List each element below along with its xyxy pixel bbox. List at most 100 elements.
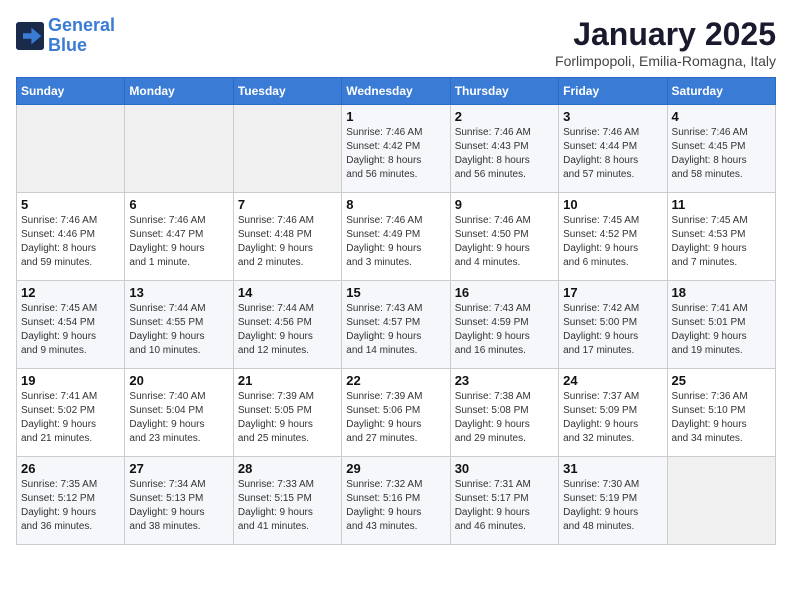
calendar-cell: 4 Sunrise: 7:46 AM Sunset: 4:45 PM Daylig… bbox=[667, 105, 775, 193]
calendar-cell: 19 Sunrise: 7:41 AM Sunset: 5:02 PM Dayli… bbox=[17, 369, 125, 457]
day-detail: Sunrise: 7:31 AM Sunset: 5:17 PM Dayligh… bbox=[455, 478, 554, 534]
day-detail: Sunrise: 7:42 AM Sunset: 5:00 PM Dayligh… bbox=[563, 302, 662, 358]
day-number: 18 bbox=[672, 285, 771, 300]
col-header-saturday: Saturday bbox=[667, 78, 775, 105]
day-detail: Sunrise: 7:33 AM Sunset: 5:15 PM Dayligh… bbox=[238, 478, 337, 534]
day-number: 21 bbox=[238, 373, 337, 388]
day-number: 17 bbox=[563, 285, 662, 300]
calendar-cell: 25 Sunrise: 7:36 AM Sunset: 5:10 PM Dayli… bbox=[667, 369, 775, 457]
calendar-cell: 28 Sunrise: 7:33 AM Sunset: 5:15 PM Dayli… bbox=[233, 457, 341, 545]
day-number: 19 bbox=[21, 373, 120, 388]
day-number: 10 bbox=[563, 197, 662, 212]
calendar-cell: 5Sunrise: 7:46 AM Sunset: 4:46 PM Daylig… bbox=[17, 193, 125, 281]
calendar-cell: 31 Sunrise: 7:30 AM Sunset: 5:19 PM Dayli… bbox=[559, 457, 667, 545]
day-number: 1 bbox=[346, 109, 445, 124]
day-detail: Sunrise: 7:44 AM Sunset: 4:56 PM Dayligh… bbox=[238, 302, 337, 358]
calendar-cell: 8 Sunrise: 7:46 AM Sunset: 4:49 PM Daylig… bbox=[342, 193, 450, 281]
day-number: 7 bbox=[238, 197, 337, 212]
calendar-cell: 24 Sunrise: 7:37 AM Sunset: 5:09 PM Dayli… bbox=[559, 369, 667, 457]
day-number: 25 bbox=[672, 373, 771, 388]
day-detail: Sunrise: 7:46 AM Sunset: 4:42 PM Dayligh… bbox=[346, 126, 445, 182]
day-detail: Sunrise: 7:45 AM Sunset: 4:52 PM Dayligh… bbox=[563, 214, 662, 270]
calendar-cell: 30 Sunrise: 7:31 AM Sunset: 5:17 PM Dayli… bbox=[450, 457, 558, 545]
day-number: 30 bbox=[455, 461, 554, 476]
day-number: 31 bbox=[563, 461, 662, 476]
day-number: 12 bbox=[21, 285, 120, 300]
day-number: 27 bbox=[129, 461, 228, 476]
calendar-cell bbox=[125, 105, 233, 193]
day-detail: Sunrise: 7:32 AM Sunset: 5:16 PM Dayligh… bbox=[346, 478, 445, 534]
col-header-tuesday: Tuesday bbox=[233, 78, 341, 105]
day-number: 24 bbox=[563, 373, 662, 388]
day-number: 3 bbox=[563, 109, 662, 124]
calendar-cell: 27 Sunrise: 7:34 AM Sunset: 5:13 PM Dayli… bbox=[125, 457, 233, 545]
day-detail: Sunrise: 7:44 AM Sunset: 4:55 PM Dayligh… bbox=[129, 302, 228, 358]
col-header-sunday: Sunday bbox=[17, 78, 125, 105]
day-number: 20 bbox=[129, 373, 228, 388]
day-detail: Sunrise: 7:46 AM Sunset: 4:44 PM Dayligh… bbox=[563, 126, 662, 182]
day-number: 23 bbox=[455, 373, 554, 388]
calendar-table: SundayMondayTuesdayWednesdayThursdayFrid… bbox=[16, 77, 776, 545]
calendar-cell: 14 Sunrise: 7:44 AM Sunset: 4:56 PM Dayli… bbox=[233, 281, 341, 369]
day-detail: Sunrise: 7:30 AM Sunset: 5:19 PM Dayligh… bbox=[563, 478, 662, 534]
calendar-cell: 21Sunrise: 7:39 AM Sunset: 5:05 PM Dayli… bbox=[233, 369, 341, 457]
day-detail: Sunrise: 7:34 AM Sunset: 5:13 PM Dayligh… bbox=[129, 478, 228, 534]
logo-text: General Blue bbox=[48, 16, 115, 56]
col-header-wednesday: Wednesday bbox=[342, 78, 450, 105]
day-number: 16 bbox=[455, 285, 554, 300]
day-detail: Sunrise: 7:46 AM Sunset: 4:48 PM Dayligh… bbox=[238, 214, 337, 270]
day-detail: Sunrise: 7:46 AM Sunset: 4:45 PM Dayligh… bbox=[672, 126, 771, 182]
day-detail: Sunrise: 7:46 AM Sunset: 4:50 PM Dayligh… bbox=[455, 214, 554, 270]
calendar-cell: 29 Sunrise: 7:32 AM Sunset: 5:16 PM Dayli… bbox=[342, 457, 450, 545]
day-detail: Sunrise: 7:41 AM Sunset: 5:02 PM Dayligh… bbox=[21, 390, 120, 446]
calendar-cell: 22 Sunrise: 7:39 AM Sunset: 5:06 PM Dayli… bbox=[342, 369, 450, 457]
col-header-monday: Monday bbox=[125, 78, 233, 105]
day-detail: Sunrise: 7:35 AM Sunset: 5:12 PM Dayligh… bbox=[21, 478, 120, 534]
calendar-cell: 26 Sunrise: 7:35 AM Sunset: 5:12 PM Dayli… bbox=[17, 457, 125, 545]
day-number: 8 bbox=[346, 197, 445, 212]
day-detail: Sunrise: 7:40 AM Sunset: 5:04 PM Dayligh… bbox=[129, 390, 228, 446]
day-number: 11 bbox=[672, 197, 771, 212]
day-number: 13 bbox=[129, 285, 228, 300]
day-number: 28 bbox=[238, 461, 337, 476]
logo-icon bbox=[16, 22, 44, 50]
day-detail: Sunrise: 7:46 AM Sunset: 4:43 PM Dayligh… bbox=[455, 126, 554, 182]
day-detail: Sunrise: 7:45 AM Sunset: 4:53 PM Dayligh… bbox=[672, 214, 771, 270]
calendar-cell: 7 Sunrise: 7:46 AM Sunset: 4:48 PM Daylig… bbox=[233, 193, 341, 281]
day-detail: Sunrise: 7:38 AM Sunset: 5:08 PM Dayligh… bbox=[455, 390, 554, 446]
day-number: 22 bbox=[346, 373, 445, 388]
day-detail: Sunrise: 7:46 AM Sunset: 4:47 PM Dayligh… bbox=[129, 214, 228, 270]
col-header-thursday: Thursday bbox=[450, 78, 558, 105]
col-header-friday: Friday bbox=[559, 78, 667, 105]
calendar-cell: 2 Sunrise: 7:46 AM Sunset: 4:43 PM Daylig… bbox=[450, 105, 558, 193]
calendar-cell: 15 Sunrise: 7:43 AM Sunset: 4:57 PM Dayli… bbox=[342, 281, 450, 369]
day-detail: Sunrise: 7:41 AM Sunset: 5:01 PM Dayligh… bbox=[672, 302, 771, 358]
day-number: 26 bbox=[21, 461, 120, 476]
calendar-cell: 17 Sunrise: 7:42 AM Sunset: 5:00 PM Dayli… bbox=[559, 281, 667, 369]
day-number: 4 bbox=[672, 109, 771, 124]
day-number: 29 bbox=[346, 461, 445, 476]
logo: General Blue bbox=[16, 16, 115, 56]
month-title: January 2025 bbox=[555, 16, 776, 53]
calendar-cell: 1 Sunrise: 7:46 AM Sunset: 4:42 PM Daylig… bbox=[342, 105, 450, 193]
calendar-cell bbox=[17, 105, 125, 193]
day-detail: Sunrise: 7:36 AM Sunset: 5:10 PM Dayligh… bbox=[672, 390, 771, 446]
day-detail: Sunrise: 7:45 AM Sunset: 4:54 PM Dayligh… bbox=[21, 302, 120, 358]
calendar-cell: 11 Sunrise: 7:45 AM Sunset: 4:53 PM Dayli… bbox=[667, 193, 775, 281]
calendar-cell: 6Sunrise: 7:46 AM Sunset: 4:47 PM Daylig… bbox=[125, 193, 233, 281]
day-detail: Sunrise: 7:39 AM Sunset: 5:06 PM Dayligh… bbox=[346, 390, 445, 446]
day-detail: Sunrise: 7:37 AM Sunset: 5:09 PM Dayligh… bbox=[563, 390, 662, 446]
calendar-cell: 23 Sunrise: 7:38 AM Sunset: 5:08 PM Dayli… bbox=[450, 369, 558, 457]
calendar-cell: 13 Sunrise: 7:44 AM Sunset: 4:55 PM Dayli… bbox=[125, 281, 233, 369]
day-detail: Sunrise: 7:43 AM Sunset: 4:57 PM Dayligh… bbox=[346, 302, 445, 358]
calendar-cell: 9 Sunrise: 7:46 AM Sunset: 4:50 PM Daylig… bbox=[450, 193, 558, 281]
day-number: 9 bbox=[455, 197, 554, 212]
day-detail: Sunrise: 7:46 AM Sunset: 4:46 PM Dayligh… bbox=[21, 214, 120, 270]
day-detail: Sunrise: 7:46 AM Sunset: 4:49 PM Dayligh… bbox=[346, 214, 445, 270]
calendar-cell: 18 Sunrise: 7:41 AM Sunset: 5:01 PM Dayli… bbox=[667, 281, 775, 369]
page-header: General Blue January 2025 Forlimpopoli, … bbox=[16, 16, 776, 69]
day-number: 2 bbox=[455, 109, 554, 124]
day-number: 14 bbox=[238, 285, 337, 300]
day-number: 15 bbox=[346, 285, 445, 300]
calendar-cell: 16Sunrise: 7:43 AM Sunset: 4:59 PM Dayli… bbox=[450, 281, 558, 369]
